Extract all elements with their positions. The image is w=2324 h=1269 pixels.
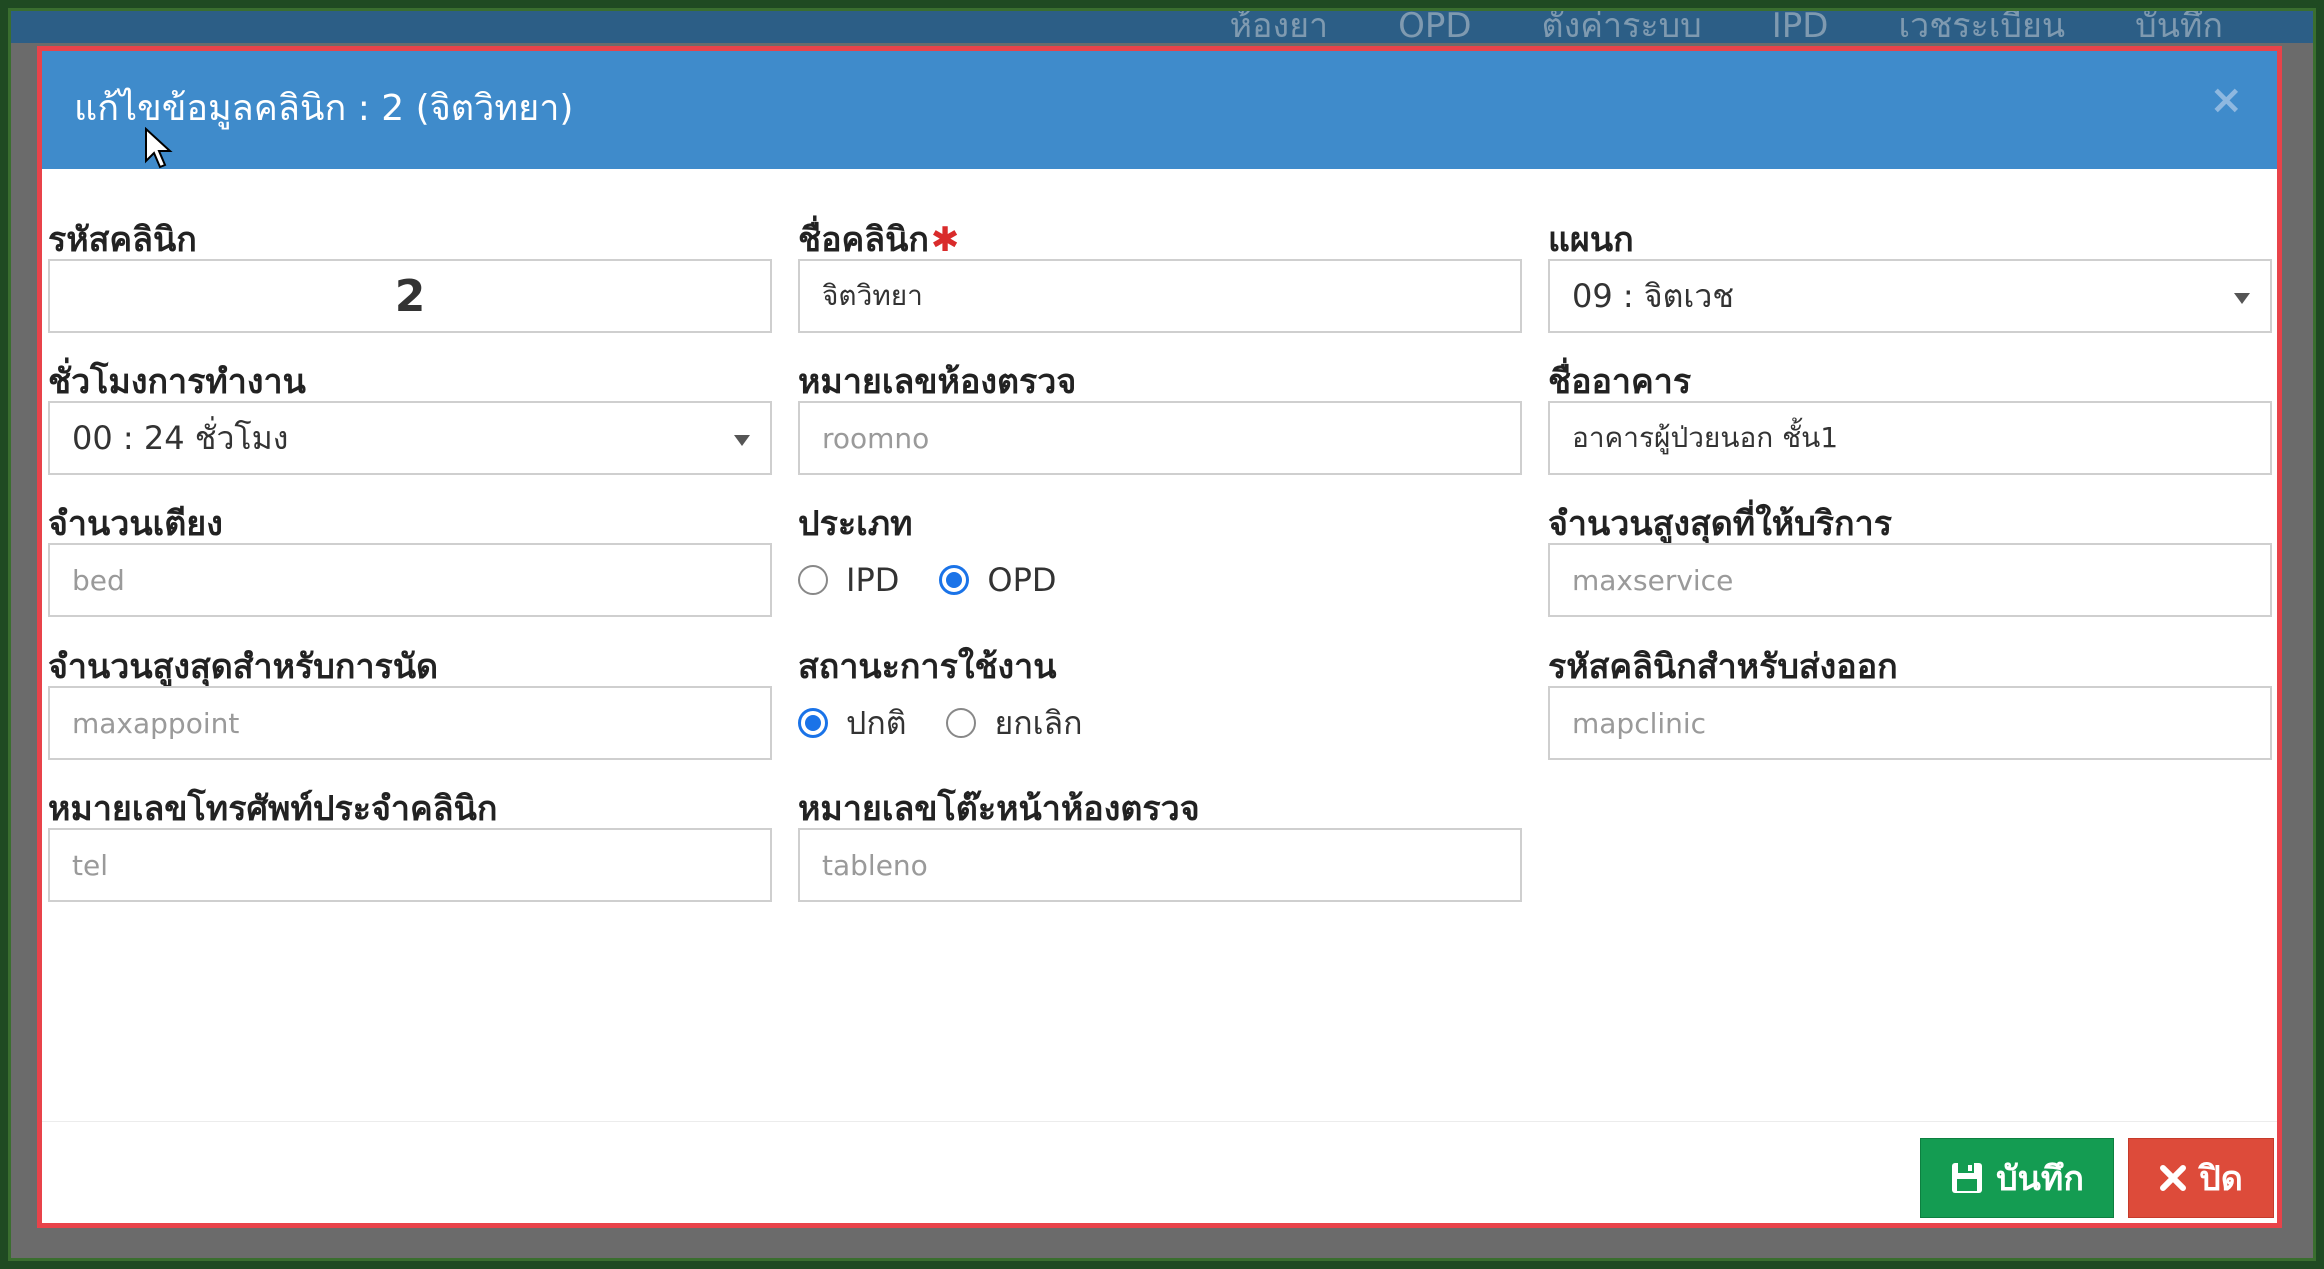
mouse-cursor-icon [145, 127, 173, 169]
close-button-label: ปิด [2199, 1159, 2243, 1199]
bg-nav-item: เวชระเบียน [1898, 8, 2066, 46]
clinic-name-label: ชื่อคลินิก✱ [798, 212, 959, 266]
radio-opd[interactable] [939, 565, 970, 595]
building-input[interactable] [1548, 401, 2272, 475]
footer-divider [42, 1121, 2277, 1122]
chevron-down-icon [734, 435, 750, 446]
export-code-input[interactable] [1548, 686, 2272, 760]
bg-nav-item: บันทึก [2135, 8, 2223, 46]
clinic-name-label-text: ชื่อคลินิก [798, 220, 929, 260]
max-service-label: จำนวนสูงสุดที่ให้บริการ [1548, 504, 1892, 544]
type-option-opd-label: OPD [987, 561, 1057, 599]
beds-label: จำนวนเตียง [48, 504, 223, 544]
save-button-label: บันทึก [1996, 1159, 2084, 1199]
room-no-label: หมายเลขห้องตรวจ [798, 362, 1077, 402]
radio-ipd[interactable] [798, 565, 828, 595]
type-option-ipd-label: IPD [846, 561, 900, 599]
modal-header: แก้ไขข้อมูลคลินิก : 2 (จิตวิทยา) × [42, 51, 2277, 169]
room-no-input[interactable] [798, 401, 1522, 475]
department-label: แผนก [1548, 220, 1634, 260]
required-icon: ✱ [930, 220, 960, 260]
clinic-name-input[interactable] [798, 259, 1522, 333]
department-select[interactable]: 09 : จิตเวช [1548, 259, 2272, 333]
floppy-disk-icon [1952, 1163, 1983, 1193]
radio-normal[interactable] [798, 708, 828, 738]
status-label: สถานะการใช้งาน [798, 647, 1057, 687]
background-navbar: ห้องยา OPD ตั้งค่าระบบ IPD เวชระเบียน บั… [11, 11, 2313, 43]
beds-input[interactable] [48, 543, 772, 617]
building-label: ชื่ออาคาร [1548, 362, 1692, 402]
work-hours-select[interactable]: 00 : 24 ชั่วโมง [48, 401, 772, 475]
department-value: 09 : จิตเวช [1572, 276, 1734, 315]
bg-nav-item: IPD [1771, 8, 1829, 46]
max-appoint-label: จำนวนสูงสุดสำหรับการนัด [48, 647, 439, 687]
save-button[interactable]: บันทึก [1920, 1138, 2114, 1218]
type-option-ipd[interactable]: IPD [798, 561, 899, 599]
bg-nav-item: OPD [1398, 8, 1472, 46]
bg-nav-item: ตั้งค่าระบบ [1541, 8, 1702, 46]
export-code-label: รหัสคลินิกสำหรับส่งออก [1548, 647, 1898, 687]
work-hours-label: ชั่วโมงการทำงาน [48, 362, 306, 402]
phone-label: หมายเลขโทรศัพท์ประจำคลินิก [48, 789, 498, 829]
status-option-normal-label: ปกติ [846, 703, 907, 742]
clinic-code-input[interactable] [48, 259, 772, 333]
clinic-code-label: รหัสคลินิก [48, 220, 197, 260]
type-option-opd[interactable]: OPD [939, 561, 1057, 599]
close-button[interactable]: ปิด [2128, 1138, 2274, 1218]
chevron-down-icon [2234, 293, 2250, 304]
type-label: ประเภท [798, 504, 913, 544]
max-appoint-input[interactable] [48, 686, 772, 760]
radio-cancel[interactable] [946, 708, 977, 738]
status-option-cancel[interactable]: ยกเลิก [946, 698, 1083, 749]
close-icon[interactable]: × [2209, 77, 2243, 123]
type-radio-group: IPD OPD [798, 543, 1057, 617]
status-radio-group: ปกติ ยกเลิก [798, 686, 1083, 760]
work-hours-value: 00 : 24 ชั่วโมง [72, 418, 289, 457]
phone-input[interactable] [48, 828, 772, 902]
status-option-normal[interactable]: ปกติ [798, 698, 906, 749]
max-service-input[interactable] [1548, 543, 2272, 617]
status-option-cancel-label: ยกเลิก [994, 703, 1083, 742]
table-no-input[interactable] [798, 828, 1522, 902]
bg-nav-item: ห้องยา [1229, 8, 1329, 46]
x-icon [2160, 1165, 2187, 1191]
edit-clinic-modal: แก้ไขข้อมูลคลินิก : 2 (จิตวิทยา) × รหัสค… [37, 46, 2282, 1228]
table-no-label: หมายเลขโต๊ะหน้าห้องตรวจ [798, 789, 1200, 829]
